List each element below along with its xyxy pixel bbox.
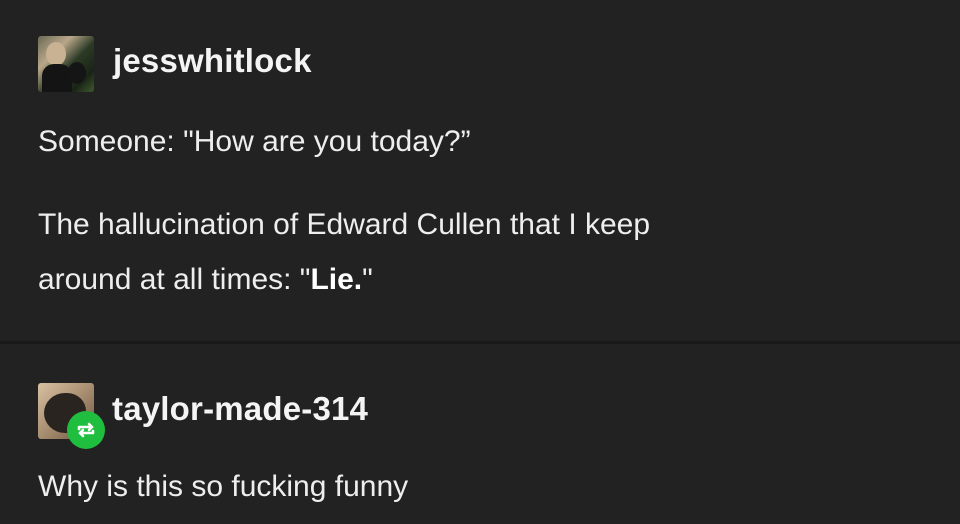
post-text: around at all times: "Lie." <box>38 263 373 297</box>
text-segment: " <box>362 263 373 296</box>
divider <box>0 341 960 344</box>
post-text: Someone: "How are you today?” <box>38 125 471 158</box>
text-segment: around at all times: " <box>38 263 311 296</box>
post-text: The hallucination of Edward Cullen that … <box>38 208 651 241</box>
username-link[interactable]: taylor-made-314 <box>112 390 368 428</box>
post-text: Why is this so fucking funny <box>38 470 409 503</box>
reblog-icon <box>67 411 105 449</box>
bold-text: Lie. <box>310 263 363 296</box>
avatar-jesswhitlock[interactable] <box>38 36 94 92</box>
username-link[interactable]: jesswhitlock <box>113 42 312 80</box>
